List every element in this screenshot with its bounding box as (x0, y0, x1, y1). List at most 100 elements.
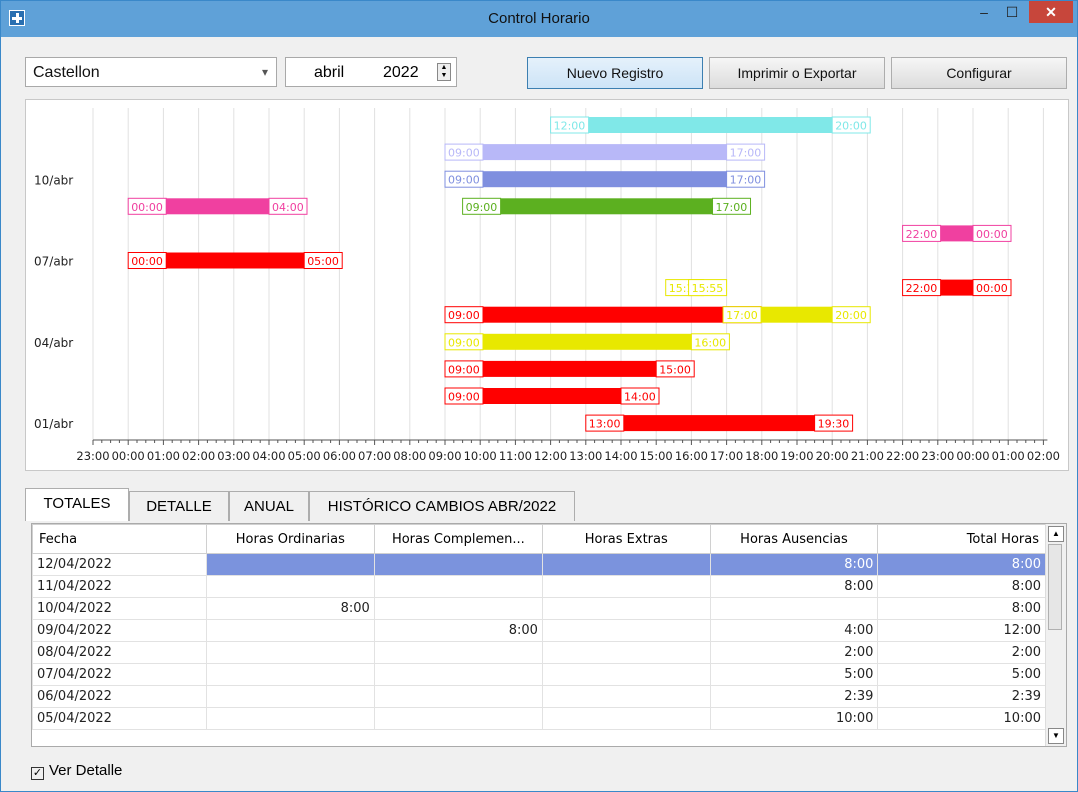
table-cell[interactable]: 08/04/2022 (32, 641, 207, 664)
location-value: Castellon (33, 64, 100, 81)
table-cell[interactable] (541, 663, 711, 686)
table-cell[interactable]: 8:00 (373, 619, 543, 642)
col-header-extras[interactable]: Horas Extras (541, 524, 711, 554)
table-cell[interactable]: 12:00 (877, 619, 1046, 642)
table-cell[interactable] (373, 707, 543, 730)
table-cell[interactable]: 10:00 (877, 707, 1046, 730)
table-row[interactable]: 08/04/2022 2:00 2:00 (32, 641, 1046, 664)
x-tick-label: 15:00 (640, 449, 673, 463)
table-cell[interactable]: 8:00 (877, 575, 1046, 598)
table-cell[interactable] (541, 619, 711, 642)
spinner-arrows-icon[interactable]: ▲ ▼ (437, 63, 451, 81)
table-row[interactable]: 10/04/2022 8:00 8:00 (32, 597, 1046, 620)
table-cell[interactable] (373, 553, 543, 576)
vertical-scrollbar[interactable]: ▲ ▼ (1045, 524, 1066, 746)
table-row[interactable]: 06/04/2022 2:39 2:39 (32, 685, 1046, 708)
bar-start-label: 09:00 (448, 147, 480, 160)
col-header-complementarias[interactable]: Horas Complemen... (373, 524, 543, 554)
maximize-button[interactable]: ☐ (999, 1, 1025, 23)
table-cell[interactable]: 8:00 (877, 597, 1046, 620)
table-cell[interactable] (373, 597, 543, 620)
table-row[interactable]: 12/04/2022 8:00 8:00 (32, 553, 1046, 576)
x-tick-label: 19:00 (780, 449, 813, 463)
bar-start-label: 00:00 (131, 201, 163, 214)
table-cell[interactable] (541, 597, 711, 620)
table-cell[interactable] (205, 707, 375, 730)
bar-start-label: 09:00 (448, 174, 480, 187)
table-cell[interactable]: 2:00 (877, 641, 1046, 664)
table-cell[interactable] (541, 553, 711, 576)
table-cell[interactable] (205, 553, 375, 576)
tab-detalle[interactable]: DETALLE (129, 491, 229, 521)
table-cell[interactable]: 8:00 (205, 597, 375, 620)
table-cell[interactable]: 10:00 (709, 707, 879, 730)
table-cell[interactable]: 4:00 (709, 619, 879, 642)
table-cell[interactable]: 12/04/2022 (32, 553, 207, 576)
table-row[interactable]: 07/04/2022 5:00 5:00 (32, 663, 1046, 686)
col-header-fecha[interactable]: Fecha (32, 524, 207, 554)
table-cell[interactable]: 8:00 (877, 553, 1046, 576)
checkmark-icon[interactable]: ✓ (31, 767, 44, 780)
table-cell[interactable]: 8:00 (709, 575, 879, 598)
print-export-button[interactable]: Imprimir o Exportar (709, 57, 885, 89)
table-cell[interactable]: 05/04/2022 (32, 707, 207, 730)
table-cell[interactable] (205, 575, 375, 598)
table-cell[interactable] (709, 597, 879, 620)
bar-start-label: 09:00 (448, 391, 480, 404)
x-tick-label: 00:00 (956, 449, 989, 463)
gantt-svg: 23:00 00:00 01:00 02:00 03:00 04:00 05:00 06:00… (34, 108, 1060, 463)
chevron-down-icon[interactable]: ▾ (262, 65, 268, 79)
month-year-picker[interactable]: abril 2022 ▲ ▼ (285, 57, 457, 87)
title-bar[interactable]: Control Horario – ☐ ✕ (1, 1, 1077, 37)
table-cell[interactable] (205, 641, 375, 664)
col-header-ordinarias[interactable]: Horas Ordinarias (205, 524, 375, 554)
tab-historico[interactable]: HISTÓRICO CAMBIOS ABR/2022 (309, 491, 575, 521)
minimize-button[interactable]: – (971, 1, 997, 23)
scroll-down-icon[interactable]: ▼ (1048, 728, 1064, 744)
close-button[interactable]: ✕ (1029, 1, 1073, 23)
bar-start-label: 22:00 (906, 228, 938, 241)
table-cell[interactable]: 10/04/2022 (32, 597, 207, 620)
col-header-total[interactable]: Total Horas (877, 524, 1046, 554)
table-cell[interactable] (541, 575, 711, 598)
scroll-thumb[interactable] (1048, 544, 1062, 630)
table-cell[interactable]: 5:00 (877, 663, 1046, 686)
table-cell[interactable]: 09/04/2022 (32, 619, 207, 642)
bar-end-label: 20:00 (835, 120, 867, 133)
table-cell[interactable]: 11/04/2022 (32, 575, 207, 598)
table-cell[interactable] (373, 575, 543, 598)
table-cell[interactable]: 06/04/2022 (32, 685, 207, 708)
table-cell[interactable] (541, 707, 711, 730)
table-cell[interactable]: 2:39 (877, 685, 1046, 708)
x-tick-label: 03:00 (217, 449, 250, 463)
bar-start-label: 22:00 (906, 282, 938, 295)
table-cell[interactable] (373, 663, 543, 686)
table-cell[interactable] (205, 663, 375, 686)
y-label: 01/abr (34, 417, 73, 431)
table-cell[interactable] (541, 641, 711, 664)
scroll-up-icon[interactable]: ▲ (1048, 526, 1064, 542)
table-cell[interactable]: 2:39 (709, 685, 879, 708)
table-cell[interactable] (205, 685, 375, 708)
table-cell[interactable] (541, 685, 711, 708)
table-row[interactable]: 05/04/2022 10:00 10:00 (32, 707, 1046, 730)
tab-totales[interactable]: TOTALES (25, 488, 129, 521)
configure-button[interactable]: Configurar (891, 57, 1067, 89)
table-cell[interactable] (373, 685, 543, 708)
table-cell[interactable] (205, 619, 375, 642)
table-cell[interactable]: 8:00 (709, 553, 879, 576)
bar-start-label: 17:00 (726, 309, 758, 322)
bar-start-label: 09:00 (466, 201, 498, 214)
tab-anual[interactable]: ANUAL (229, 491, 309, 521)
ver-detalle-checkbox[interactable]: ✓ Ver Detalle (31, 762, 122, 780)
table-cell[interactable]: 07/04/2022 (32, 663, 207, 686)
x-tick-label: 17:00 (710, 449, 743, 463)
table-row[interactable]: 09/04/2022 8:00 4:00 12:00 (32, 619, 1046, 642)
table-cell[interactable] (373, 641, 543, 664)
table-cell[interactable]: 2:00 (709, 641, 879, 664)
new-record-button[interactable]: Nuevo Registro (527, 57, 703, 89)
table-row[interactable]: 11/04/2022 8:00 8:00 (32, 575, 1046, 598)
table-cell[interactable]: 5:00 (709, 663, 879, 686)
col-header-ausencias[interactable]: Horas Ausencias (709, 524, 879, 554)
location-select[interactable]: Castellon ▾ (25, 57, 277, 87)
